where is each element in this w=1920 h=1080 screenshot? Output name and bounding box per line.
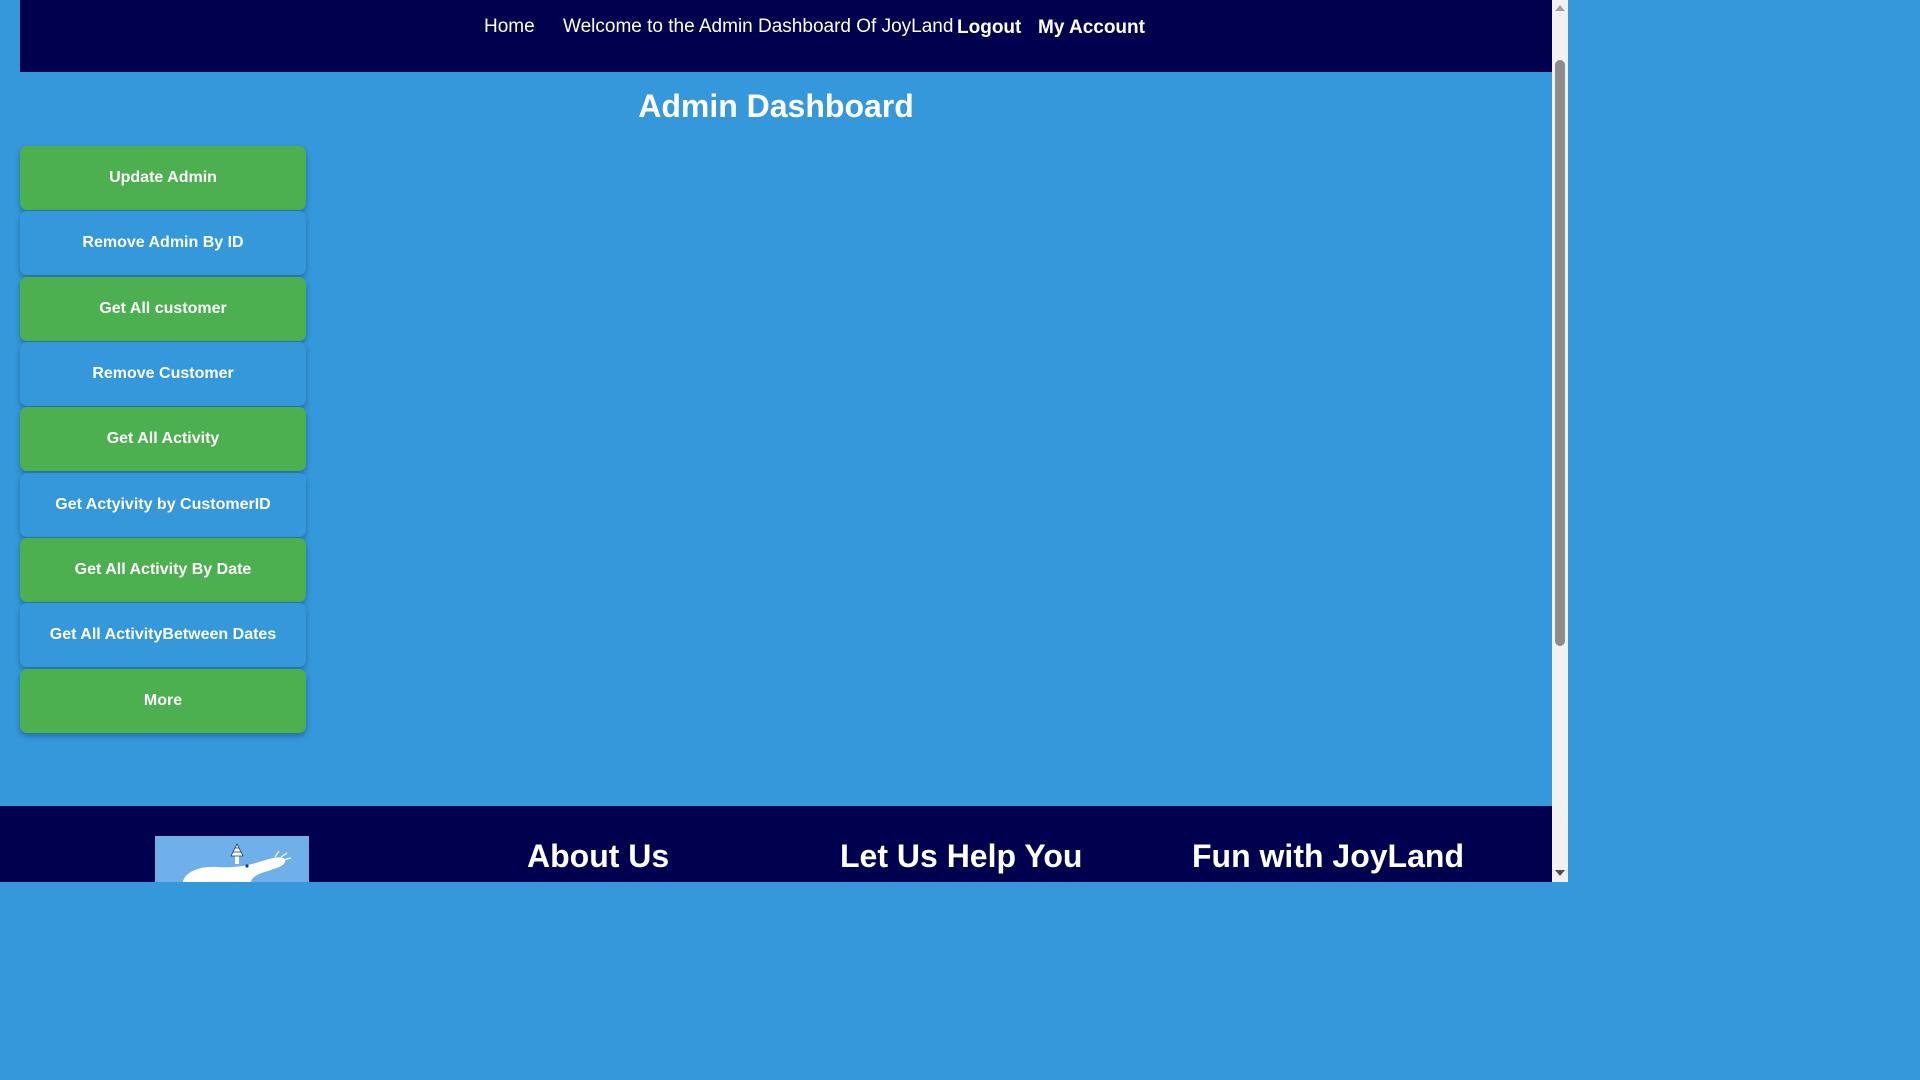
page-title: Admin Dashboard (638, 88, 914, 124)
footer-fun-heading: Fun with JoyLand (1192, 838, 1464, 874)
scroll-down-arrow-icon[interactable] (1555, 870, 1565, 876)
update-admin-button[interactable]: Update Admin (20, 146, 306, 210)
nav-my-account-link[interactable]: My Account (1038, 17, 1145, 39)
admin-action-menu: Update Admin Remove Admin By ID Get All … (20, 146, 306, 734)
page: Home Welcome to the Admin Dashboard Of J… (0, 0, 1552, 882)
joyland-logo (155, 836, 309, 882)
get-all-activity-button[interactable]: Get All Activity (20, 407, 306, 472)
nav-logout-link[interactable]: Logout (957, 17, 1021, 39)
scrollbar-thumb[interactable] (1555, 60, 1565, 646)
footer: About Us Let Us Help You Fun with JoyLan… (0, 806, 1552, 882)
remove-admin-by-id-button[interactable]: Remove Admin By ID (20, 211, 306, 276)
get-activity-by-customer-id-button[interactable]: Get Actyivity by CustomerID (20, 472, 306, 537)
scroll-up-arrow-icon[interactable] (1555, 5, 1565, 11)
welcome-message: Welcome to the Admin Dashboard Of JoyLan… (563, 16, 954, 37)
get-all-customer-button[interactable]: Get All customer (20, 276, 306, 341)
footer-about-us-heading: About Us (527, 838, 670, 874)
nav-home-link[interactable]: Home (484, 16, 535, 38)
elephant-logo-icon (183, 843, 292, 882)
more-button[interactable]: More (20, 668, 306, 733)
get-all-activity-by-date-button[interactable]: Get All Activity By Date (20, 538, 306, 603)
footer-help-heading: Let Us Help You (840, 838, 1083, 874)
vertical-scrollbar[interactable] (1552, 0, 1568, 882)
top-navbar: Home Welcome to the Admin Dashboard Of J… (20, 0, 1552, 72)
get-all-activity-between-dates-button[interactable]: Get All ActivityBetween Dates (20, 603, 306, 668)
remove-customer-button[interactable]: Remove Customer (20, 342, 306, 407)
